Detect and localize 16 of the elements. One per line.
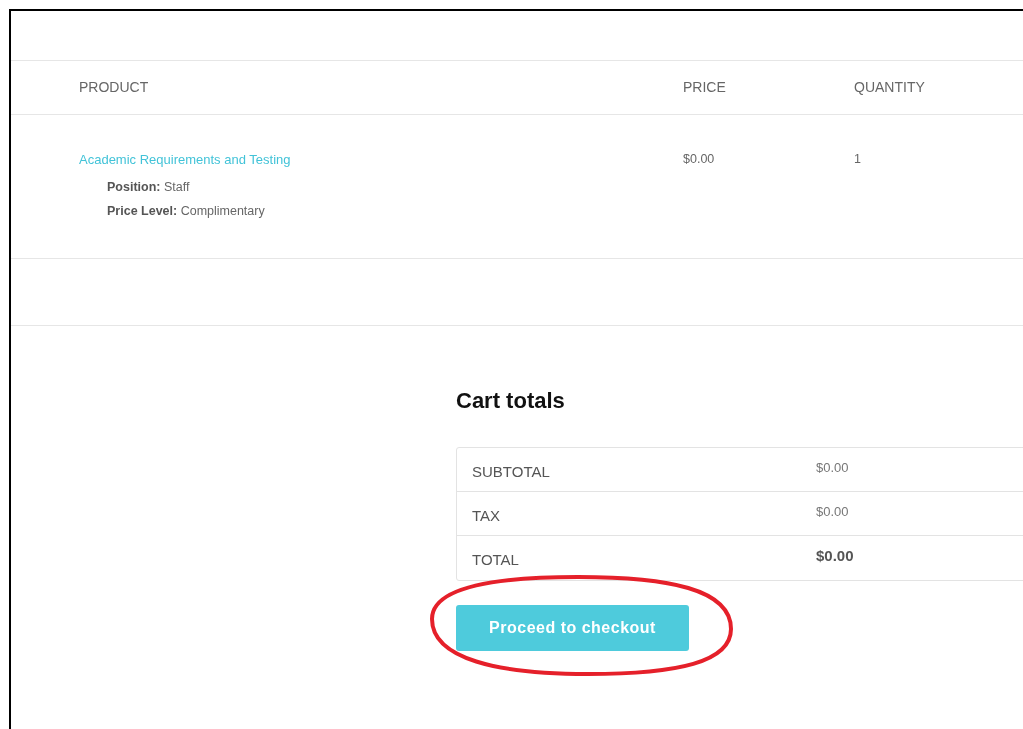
totals-label: SUBTOTAL bbox=[472, 463, 550, 481]
totals-label: TOTAL bbox=[472, 551, 519, 569]
totals-value: $0.00 bbox=[816, 547, 854, 565]
column-header: PRICE bbox=[683, 79, 726, 95]
price-cell: $0.00 bbox=[683, 151, 715, 166]
totals-label: TAX bbox=[472, 507, 501, 525]
totals-value: $0.00 bbox=[816, 504, 849, 520]
product-detail: Position: Staff bbox=[107, 180, 190, 195]
checkout-button[interactable]: Proceed to checkout bbox=[456, 605, 689, 652]
section-title: Cart totals bbox=[456, 388, 566, 415]
product-link[interactable]: Academic Requirements and Testing bbox=[79, 149, 291, 170]
column-header: PRODUCT bbox=[79, 79, 149, 95]
totals-value: $0.00 bbox=[816, 460, 849, 476]
product-detail: Price Level: Complimentary bbox=[107, 204, 265, 219]
quantity-cell: 1 bbox=[854, 151, 861, 166]
column-header: QUANTITY bbox=[854, 79, 925, 95]
